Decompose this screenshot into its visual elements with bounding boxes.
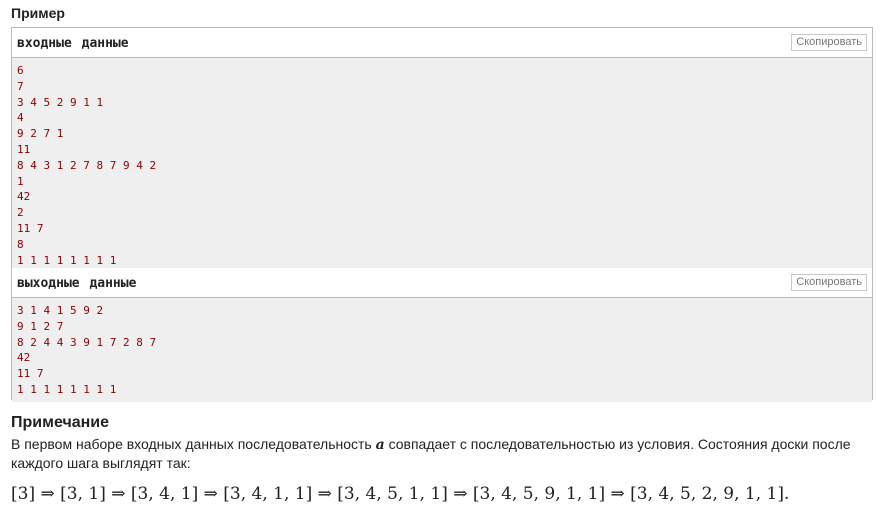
input-line: 3 4 5 2 9 1 1 [17,95,104,109]
output-header: выходные данные Скопировать [12,268,872,298]
output-content: 3 1 4 1 5 9 2 9 1 2 7 8 2 4 4 3 9 1 7 2 8 … [12,298,872,402]
note-formula: [3] ⇒ [3, 1] ⇒ [3, 4, 1] ⇒ [3, 4, 1, 1] … [11,484,790,504]
input-line: 1 1 1 1 1 1 1 1 [17,253,117,267]
input-line: 11 [17,142,31,156]
output-line: 11 7 [17,367,44,381]
input-line: 7 [17,79,24,93]
input-line: 1 [17,174,24,188]
input-label: входные данные [17,36,129,51]
input-line: 42 [17,190,31,204]
input-line: 8 [17,237,24,251]
input-content: 6 7 3 4 5 2 9 1 1 4 9 2 7 1 11 8 4 3 1 2 7 8 7… [12,58,872,273]
input-box: входные данные Скопировать 6 7 3 4 5 2 9 1… [11,27,873,273]
note-text: В первом наборе входных данных последова… [11,435,876,472]
output-box: выходные данные Скопировать 3 1 4 1 5 9 … [11,268,873,402]
output-line: 42 [17,351,31,365]
example-title: Пример [11,5,65,21]
output-line: 1 1 1 1 1 1 1 1 [17,382,117,396]
input-line: 6 [17,64,24,77]
output-line: 8 2 4 4 3 9 1 7 2 8 7 [17,335,157,349]
note-variable: a [375,437,385,453]
note-text-before: В первом наборе входных данных последова… [11,436,376,452]
copy-input-button[interactable]: Скопировать [791,34,867,51]
input-header: входные данные Скопировать [12,28,872,58]
input-line: 8 4 3 1 2 7 8 7 9 4 2 [17,158,157,172]
input-line: 9 2 7 1 [17,127,64,141]
note-title: Примечание [11,414,110,431]
input-line: 11 7 [17,221,44,235]
copy-output-button[interactable]: Скопировать [791,274,867,291]
output-line: 3 1 4 1 5 9 2 [17,304,104,317]
input-line: 4 [17,111,24,125]
output-label: выходные данные [17,276,137,291]
input-line: 2 [17,206,24,220]
output-line: 9 1 2 7 [17,319,64,333]
